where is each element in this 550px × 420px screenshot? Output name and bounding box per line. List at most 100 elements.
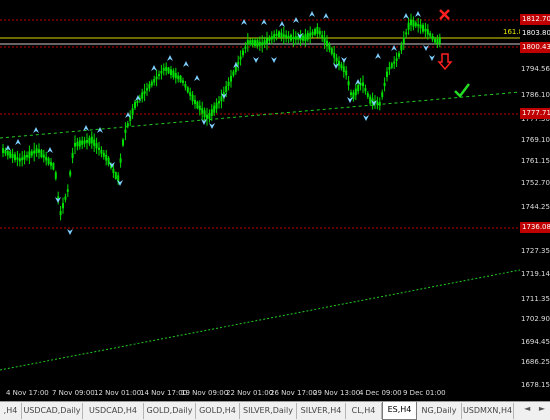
candle-body	[246, 40, 249, 45]
candle-body	[419, 24, 422, 29]
candle-body	[232, 71, 235, 76]
candle-body	[292, 36, 295, 40]
candle-body	[304, 34, 307, 42]
candle-body	[21, 157, 24, 161]
candle-body	[350, 92, 352, 96]
fractal-down-arrow-icon	[347, 97, 353, 103]
candle-body	[270, 36, 273, 40]
candle-body	[126, 123, 129, 127]
candle-body	[28, 151, 31, 159]
candle-body	[14, 154, 16, 161]
candle-body	[177, 75, 180, 80]
candle-body	[282, 34, 285, 37]
candle-body	[119, 158, 122, 163]
candle-body	[218, 101, 220, 104]
chart-tab[interactable]: ES,H4	[382, 402, 417, 420]
price-chart[interactable]: 161.8 1803.301794.561786.101777.301769.1…	[0, 0, 550, 401]
chart-tab[interactable]: NG,Daily	[417, 403, 462, 419]
candle-body	[45, 156, 48, 161]
candle-body	[198, 105, 201, 111]
price-tag-level2: 1800.43	[520, 42, 550, 53]
chart-tab[interactable]: SILVER,Daily	[240, 403, 297, 419]
candle-body	[311, 31, 314, 35]
candle-body	[400, 45, 403, 51]
check-mark-icon	[454, 83, 470, 98]
candle-body	[143, 91, 146, 94]
candle-body	[47, 158, 50, 165]
chart-tab[interactable]: ,H4	[0, 403, 22, 419]
fractal-up-arrow-icon	[151, 65, 157, 71]
chart-tab[interactable]: CL,H4	[346, 403, 382, 419]
candle-body	[290, 34, 292, 41]
candle-body	[131, 108, 134, 115]
candle-body	[366, 93, 369, 97]
candle-body	[326, 40, 328, 47]
down-arrow-icon	[437, 53, 453, 71]
candle-body	[364, 88, 367, 92]
candle-body	[424, 28, 427, 32]
candle-body	[275, 33, 278, 36]
candle-body	[88, 137, 91, 144]
candle-body	[148, 84, 151, 89]
candle-body	[124, 129, 127, 133]
chart-tab[interactable]: GOLD,H4	[196, 403, 240, 419]
candle-body	[294, 36, 297, 40]
fractal-up-arrow-icon	[323, 13, 329, 19]
candle-body	[16, 157, 19, 160]
candle-body	[35, 148, 38, 154]
price-tag-top: 1812.70	[520, 14, 550, 25]
candle-body	[309, 32, 312, 37]
candle-body	[436, 39, 439, 44]
candle-body	[393, 61, 396, 64]
candle-body	[42, 154, 45, 158]
candle-body	[107, 157, 110, 165]
candle-body	[114, 172, 117, 180]
price-axis-label: 1769.10	[521, 136, 550, 144]
chart-tab[interactable]: SILVER,H4	[297, 403, 346, 419]
chart-tab[interactable]: GOLD,Daily	[144, 403, 196, 419]
candle-body	[378, 102, 381, 106]
candle-body	[213, 105, 216, 113]
candle-body	[153, 78, 156, 83]
fractal-up-arrow-icon	[194, 75, 200, 81]
candle-body	[254, 40, 256, 46]
fractal-up-arrow-icon	[15, 139, 21, 145]
candle-body	[335, 57, 338, 62]
candle-body	[158, 74, 160, 77]
chart-tab[interactable]: USDCAD,H4	[83, 403, 144, 419]
fractal-up-arrow-icon	[183, 61, 189, 67]
candle-body	[362, 82, 364, 87]
candle-body	[280, 32, 283, 38]
chart-tab-bar: ,H4 USDCAD,Daily USDCAD,H4 GOLD,Daily GOLD,H…	[0, 401, 550, 420]
candle-body	[182, 80, 184, 83]
candle-body	[388, 67, 391, 70]
price-axis-label: 1794.56	[521, 65, 550, 73]
candle-body	[352, 92, 355, 100]
candle-body	[237, 61, 240, 65]
candle-body	[321, 34, 324, 38]
candle-body	[407, 22, 410, 30]
candle-body	[203, 110, 206, 118]
candle-body	[30, 151, 33, 156]
price-axis-label: 1761.15	[521, 157, 550, 165]
chart-tab[interactable]: USDMXN,H4	[462, 403, 514, 419]
candle-body	[90, 136, 93, 144]
time-axis-label: 19 Nov 09:00	[181, 389, 229, 397]
fractal-down-arrow-icon	[423, 45, 429, 51]
candle-body	[26, 154, 28, 158]
candle-body	[74, 142, 76, 147]
candle-body	[76, 141, 79, 147]
candle-body	[50, 161, 52, 166]
candle-body	[227, 81, 230, 86]
candle-body	[330, 48, 333, 54]
price-axis-label: 1678.15	[521, 381, 550, 389]
time-axis-label: 26 Nov 17:00	[270, 389, 318, 397]
fractal-up-arrow-icon	[403, 13, 409, 19]
candle-body	[306, 32, 309, 40]
tab-scroll-arrows[interactable]: ◄ ►	[524, 404, 548, 413]
fractal-up-arrow-icon	[97, 127, 103, 133]
candle-body	[268, 37, 271, 41]
candle-body	[261, 42, 264, 46]
chart-tab[interactable]: USDCAD,Daily	[22, 403, 83, 419]
candle-body	[405, 32, 408, 35]
